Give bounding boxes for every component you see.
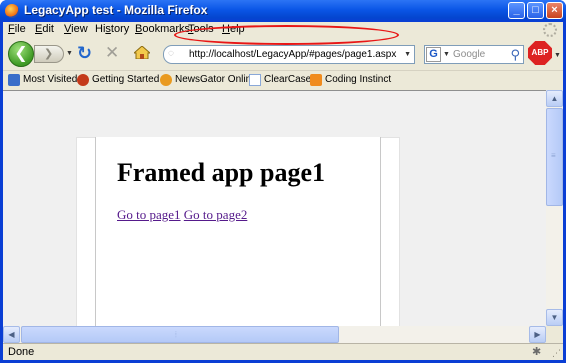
adblock-dropdown-icon[interactable]: ▼ — [554, 52, 561, 59]
vertical-scrollbar[interactable]: ▲ ≡ ▼ — [546, 90, 563, 326]
search-engine-dropdown-icon[interactable]: ▼ — [443, 51, 450, 58]
page-heading: Framed app page1 — [117, 158, 325, 187]
menu-edit[interactable]: Edit — [35, 23, 54, 35]
stop-icon[interactable]: ✕ — [105, 43, 119, 63]
browser-client-area: File Edit View History Bookmarks Tools H… — [3, 22, 563, 360]
firefox-icon — [5, 4, 19, 18]
bookmark-most-visited[interactable]: Most Visited — [23, 74, 77, 85]
scroll-left-icon[interactable]: ◀ — [3, 326, 20, 343]
home-icon[interactable] — [134, 46, 150, 59]
menu-history[interactable]: History — [95, 23, 129, 35]
url-bar[interactable]: ◌ http://localhost/LegacyApp/#pages/page… — [163, 45, 415, 64]
resize-grip-icon[interactable]: ⋰ — [552, 348, 561, 359]
link-page2[interactable]: Go to page2 — [184, 207, 248, 222]
back-button[interactable]: ❮ — [8, 41, 34, 67]
bookmark-clearcase[interactable]: ClearCase — [264, 74, 311, 85]
minimize-button[interactable]: _ — [508, 2, 525, 19]
page-icon — [249, 74, 261, 86]
page-frame: Framed app page1 Go to page1 Go to page2 — [76, 137, 400, 326]
google-icon[interactable]: G — [426, 47, 441, 62]
menu-bookmarks[interactable]: Bookmarks — [135, 23, 190, 35]
search-icon[interactable]: ⚲ — [510, 47, 520, 63]
menu-file[interactable]: File — [8, 23, 26, 35]
page-body: Framed app page1 Go to page1 Go to page2 — [95, 137, 381, 326]
bookmark-getting-started[interactable]: Getting Started — [92, 74, 159, 85]
navigation-toolbar: ❮ ❯ ▼ ↻ ✕ ◌ http://localhost/LegacyApp/#… — [3, 39, 563, 69]
rss-icon — [310, 74, 322, 86]
content-viewport: Framed app page1 Go to page1 Go to page2 — [3, 90, 546, 326]
most-visited-icon — [8, 74, 20, 86]
reload-icon[interactable]: ↻ — [77, 43, 92, 64]
vertical-scroll-thumb[interactable]: ≡ — [546, 108, 563, 206]
newsgator-icon — [160, 74, 172, 86]
close-button[interactable]: × — [546, 2, 563, 19]
adblock-plus-icon[interactable]: ABP — [528, 41, 552, 65]
scroll-corner — [546, 326, 563, 343]
link-page1[interactable]: Go to page1 — [117, 207, 181, 222]
menu-bar: File Edit View History Bookmarks Tools H… — [3, 22, 563, 38]
menu-help[interactable]: Help — [222, 23, 245, 35]
search-box[interactable]: G ▼ Google ⚲ — [424, 45, 524, 64]
search-placeholder[interactable]: Google — [453, 49, 485, 60]
site-icon: ◌ — [168, 48, 174, 59]
title-bar[interactable]: LegacyApp test - Mozilla Firefox _ □ × — [0, 0, 566, 22]
scroll-right-icon[interactable]: ▶ — [529, 326, 546, 343]
horizontal-scrollbar[interactable]: ◀ ⦙ ▶ — [3, 326, 546, 343]
bookmark-coding-instinct[interactable]: Coding Instinct — [325, 74, 391, 85]
url-text[interactable]: http://localhost/LegacyApp/#pages/page1.… — [189, 49, 396, 60]
forward-button[interactable]: ❯ — [34, 45, 64, 63]
throbber-icon — [543, 23, 557, 37]
thumb-grip-icon: ≡ — [551, 151, 556, 160]
status-bar: Done ✱ ⋰ — [3, 343, 563, 360]
scroll-up-icon[interactable]: ▲ — [546, 90, 563, 107]
firefox-icon — [77, 74, 89, 86]
menu-view[interactable]: View — [64, 23, 88, 35]
window-title: LegacyApp test - Mozilla Firefox — [24, 3, 208, 17]
addon-status-icon[interactable]: ✱ — [532, 345, 545, 358]
page-links: Go to page1 Go to page2 — [117, 207, 247, 223]
url-dropdown-icon[interactable]: ▼ — [404, 51, 411, 58]
maximize-button[interactable]: □ — [527, 2, 544, 19]
history-dropdown-icon[interactable]: ▼ — [66, 50, 73, 57]
scroll-down-icon[interactable]: ▼ — [546, 309, 563, 326]
bookmarks-toolbar: Most Visited Getting Started NewsGator O… — [3, 70, 563, 89]
thumb-grip-icon: ⦙ — [175, 330, 177, 339]
menu-tools[interactable]: Tools — [188, 23, 214, 35]
status-text: Done — [8, 346, 35, 358]
bookmark-newsgator-online[interactable]: NewsGator Online — [175, 74, 257, 85]
browser-window: LegacyApp test - Mozilla Firefox _ □ × F… — [0, 0, 566, 363]
horizontal-scroll-thumb[interactable]: ⦙ — [21, 326, 339, 343]
